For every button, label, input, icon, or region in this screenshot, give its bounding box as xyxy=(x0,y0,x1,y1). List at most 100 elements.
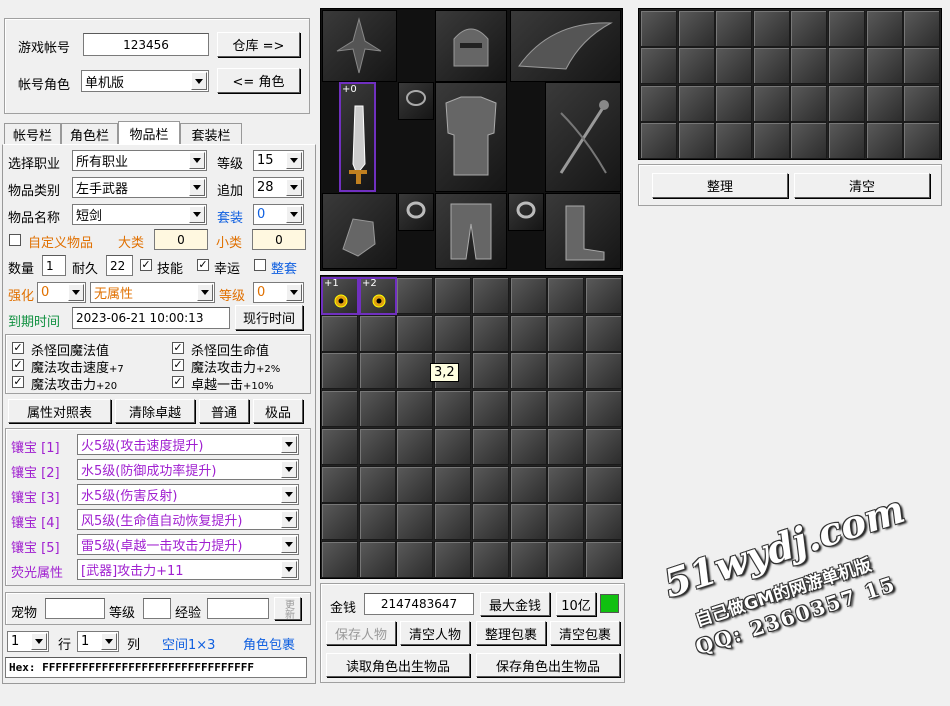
set-select[interactable]: 0 xyxy=(253,204,304,225)
warehouse-cell[interactable] xyxy=(677,121,715,159)
warehouse-cell[interactable] xyxy=(903,84,941,122)
inventory-cell[interactable] xyxy=(358,390,396,428)
qty-input[interactable]: 1 xyxy=(42,255,66,276)
warehouse-cell[interactable] xyxy=(903,47,941,85)
inventory-cell[interactable] xyxy=(434,503,472,541)
equip-slot-boots[interactable] xyxy=(545,193,621,269)
inventory-cell[interactable] xyxy=(321,390,358,428)
warehouse-cell[interactable] xyxy=(715,10,753,47)
socket-select-1[interactable]: 火5级(攻击速度提升) xyxy=(77,434,299,455)
inventory-cell[interactable] xyxy=(434,465,472,503)
excellent-checkbox-4[interactable]: ✓ xyxy=(172,359,184,371)
chevron-down-icon[interactable] xyxy=(189,152,205,169)
inventory-cell[interactable] xyxy=(321,503,358,541)
warehouse-cell[interactable] xyxy=(715,121,753,159)
enhance-select[interactable]: 0 xyxy=(37,282,86,303)
equip-slot-pendant[interactable] xyxy=(398,82,434,120)
fluorescent-select[interactable]: [武器]攻击力+11 xyxy=(77,559,299,580)
inventory-item-1[interactable]: +1 xyxy=(321,277,359,315)
excellent-checkbox-6[interactable]: ✓ xyxy=(172,376,184,388)
warehouse-cell[interactable] xyxy=(903,10,941,47)
inventory-cell[interactable] xyxy=(509,390,547,428)
tab-sets[interactable]: 套装栏 xyxy=(180,123,242,144)
inventory-cell[interactable] xyxy=(547,427,585,465)
minor-input[interactable]: 0 xyxy=(252,229,306,250)
inventory-cell[interactable] xyxy=(509,314,547,352)
tab-items[interactable]: 物品栏 xyxy=(118,121,180,145)
chevron-down-icon[interactable] xyxy=(281,461,297,478)
inventory-cell[interactable] xyxy=(547,540,585,578)
chevron-down-icon[interactable] xyxy=(286,206,302,223)
inventory-cell[interactable] xyxy=(547,465,585,503)
inventory-cell[interactable] xyxy=(434,277,472,314)
fullset-checkbox[interactable] xyxy=(254,259,266,271)
warehouse-cell[interactable] xyxy=(677,47,715,85)
equip-slot-wings[interactable] xyxy=(510,10,621,82)
role-button[interactable]: <= 角色 xyxy=(217,68,300,93)
socket-select-4[interactable]: 风5级(生命值自动恢复提升) xyxy=(77,509,299,530)
warehouse-cell[interactable] xyxy=(640,10,677,47)
warehouse-cell[interactable] xyxy=(828,47,865,85)
warehouse-cell[interactable] xyxy=(752,47,790,85)
inventory-cell[interactable] xyxy=(471,427,509,465)
level-select[interactable]: 15 xyxy=(253,150,304,171)
inventory-cell[interactable] xyxy=(584,314,622,352)
premium-button[interactable]: 极品 xyxy=(253,399,303,423)
warehouse-cell[interactable] xyxy=(640,84,677,122)
warehouse-cell[interactable] xyxy=(640,47,677,85)
col-select[interactable]: 1 xyxy=(77,631,119,652)
chevron-down-icon[interactable] xyxy=(281,486,297,503)
inventory-cell[interactable] xyxy=(321,427,358,465)
inventory-cell[interactable] xyxy=(434,427,472,465)
chevron-down-icon[interactable] xyxy=(189,206,205,223)
warehouse-cell[interactable] xyxy=(677,84,715,122)
warehouse-button[interactable]: 仓库 => xyxy=(217,32,300,57)
luck-checkbox[interactable]: ✓ xyxy=(197,259,209,271)
inventory-cell[interactable] xyxy=(547,503,585,541)
equip-slot-helm[interactable] xyxy=(435,10,507,82)
inventory-cell[interactable] xyxy=(471,465,509,503)
inventory-cell[interactable] xyxy=(321,314,358,352)
warehouse-cell[interactable] xyxy=(715,47,753,85)
socket-select-5[interactable]: 雷5级(卓越一击攻击力提升) xyxy=(77,534,299,555)
inventory-cell[interactable] xyxy=(396,503,434,541)
custom-item-checkbox[interactable] xyxy=(9,234,21,246)
inventory-cell[interactable] xyxy=(358,465,396,503)
pet-exp-input[interactable] xyxy=(207,598,269,619)
account-input[interactable]: 123456 xyxy=(83,33,209,56)
attribute-table-button[interactable]: 属性对照表 xyxy=(8,399,111,423)
chevron-down-icon[interactable] xyxy=(191,72,207,90)
chevron-down-icon[interactable] xyxy=(189,179,205,196)
inventory-cell[interactable] xyxy=(434,314,472,352)
warehouse-cell[interactable] xyxy=(865,121,903,159)
read-birth-items-button[interactable]: 读取角色出生物品 xyxy=(326,653,470,677)
inventory-cell[interactable] xyxy=(584,503,622,541)
tab-account[interactable]: 帐号栏 xyxy=(4,123,61,144)
inventory-cell[interactable] xyxy=(547,314,585,352)
category-select[interactable]: 左手武器 xyxy=(72,177,207,198)
inventory-cell[interactable] xyxy=(509,352,547,390)
warehouse-cell[interactable] xyxy=(752,121,790,159)
warehouse-cell[interactable] xyxy=(790,47,828,85)
tab-character[interactable]: 角色栏 xyxy=(61,123,118,144)
warehouse-cell[interactable] xyxy=(865,10,903,47)
inventory-cell[interactable] xyxy=(547,352,585,390)
inventory-cell[interactable] xyxy=(509,427,547,465)
inventory-cell[interactable] xyxy=(358,352,396,390)
warehouse-cell[interactable] xyxy=(903,121,941,159)
inventory-cell[interactable] xyxy=(584,465,622,503)
warehouse-sort-button[interactable]: 整理 xyxy=(652,173,788,198)
save-character-button[interactable]: 保存人物 xyxy=(326,621,396,645)
pet-level-input[interactable] xyxy=(143,598,171,619)
warehouse-cell[interactable] xyxy=(677,10,715,47)
money-amount-button[interactable]: 10亿 xyxy=(556,592,596,616)
inventory-cell[interactable] xyxy=(547,390,585,428)
equip-slot-pet[interactable] xyxy=(322,10,397,82)
chevron-down-icon[interactable] xyxy=(286,152,302,169)
socket-select-2[interactable]: 水5级(防御成功率提升) xyxy=(77,459,299,480)
add-select[interactable]: 28 xyxy=(253,177,304,198)
chevron-down-icon[interactable] xyxy=(197,284,213,301)
inventory-cell[interactable] xyxy=(358,314,396,352)
inventory-cell[interactable] xyxy=(471,352,509,390)
inventory-cell[interactable] xyxy=(471,503,509,541)
